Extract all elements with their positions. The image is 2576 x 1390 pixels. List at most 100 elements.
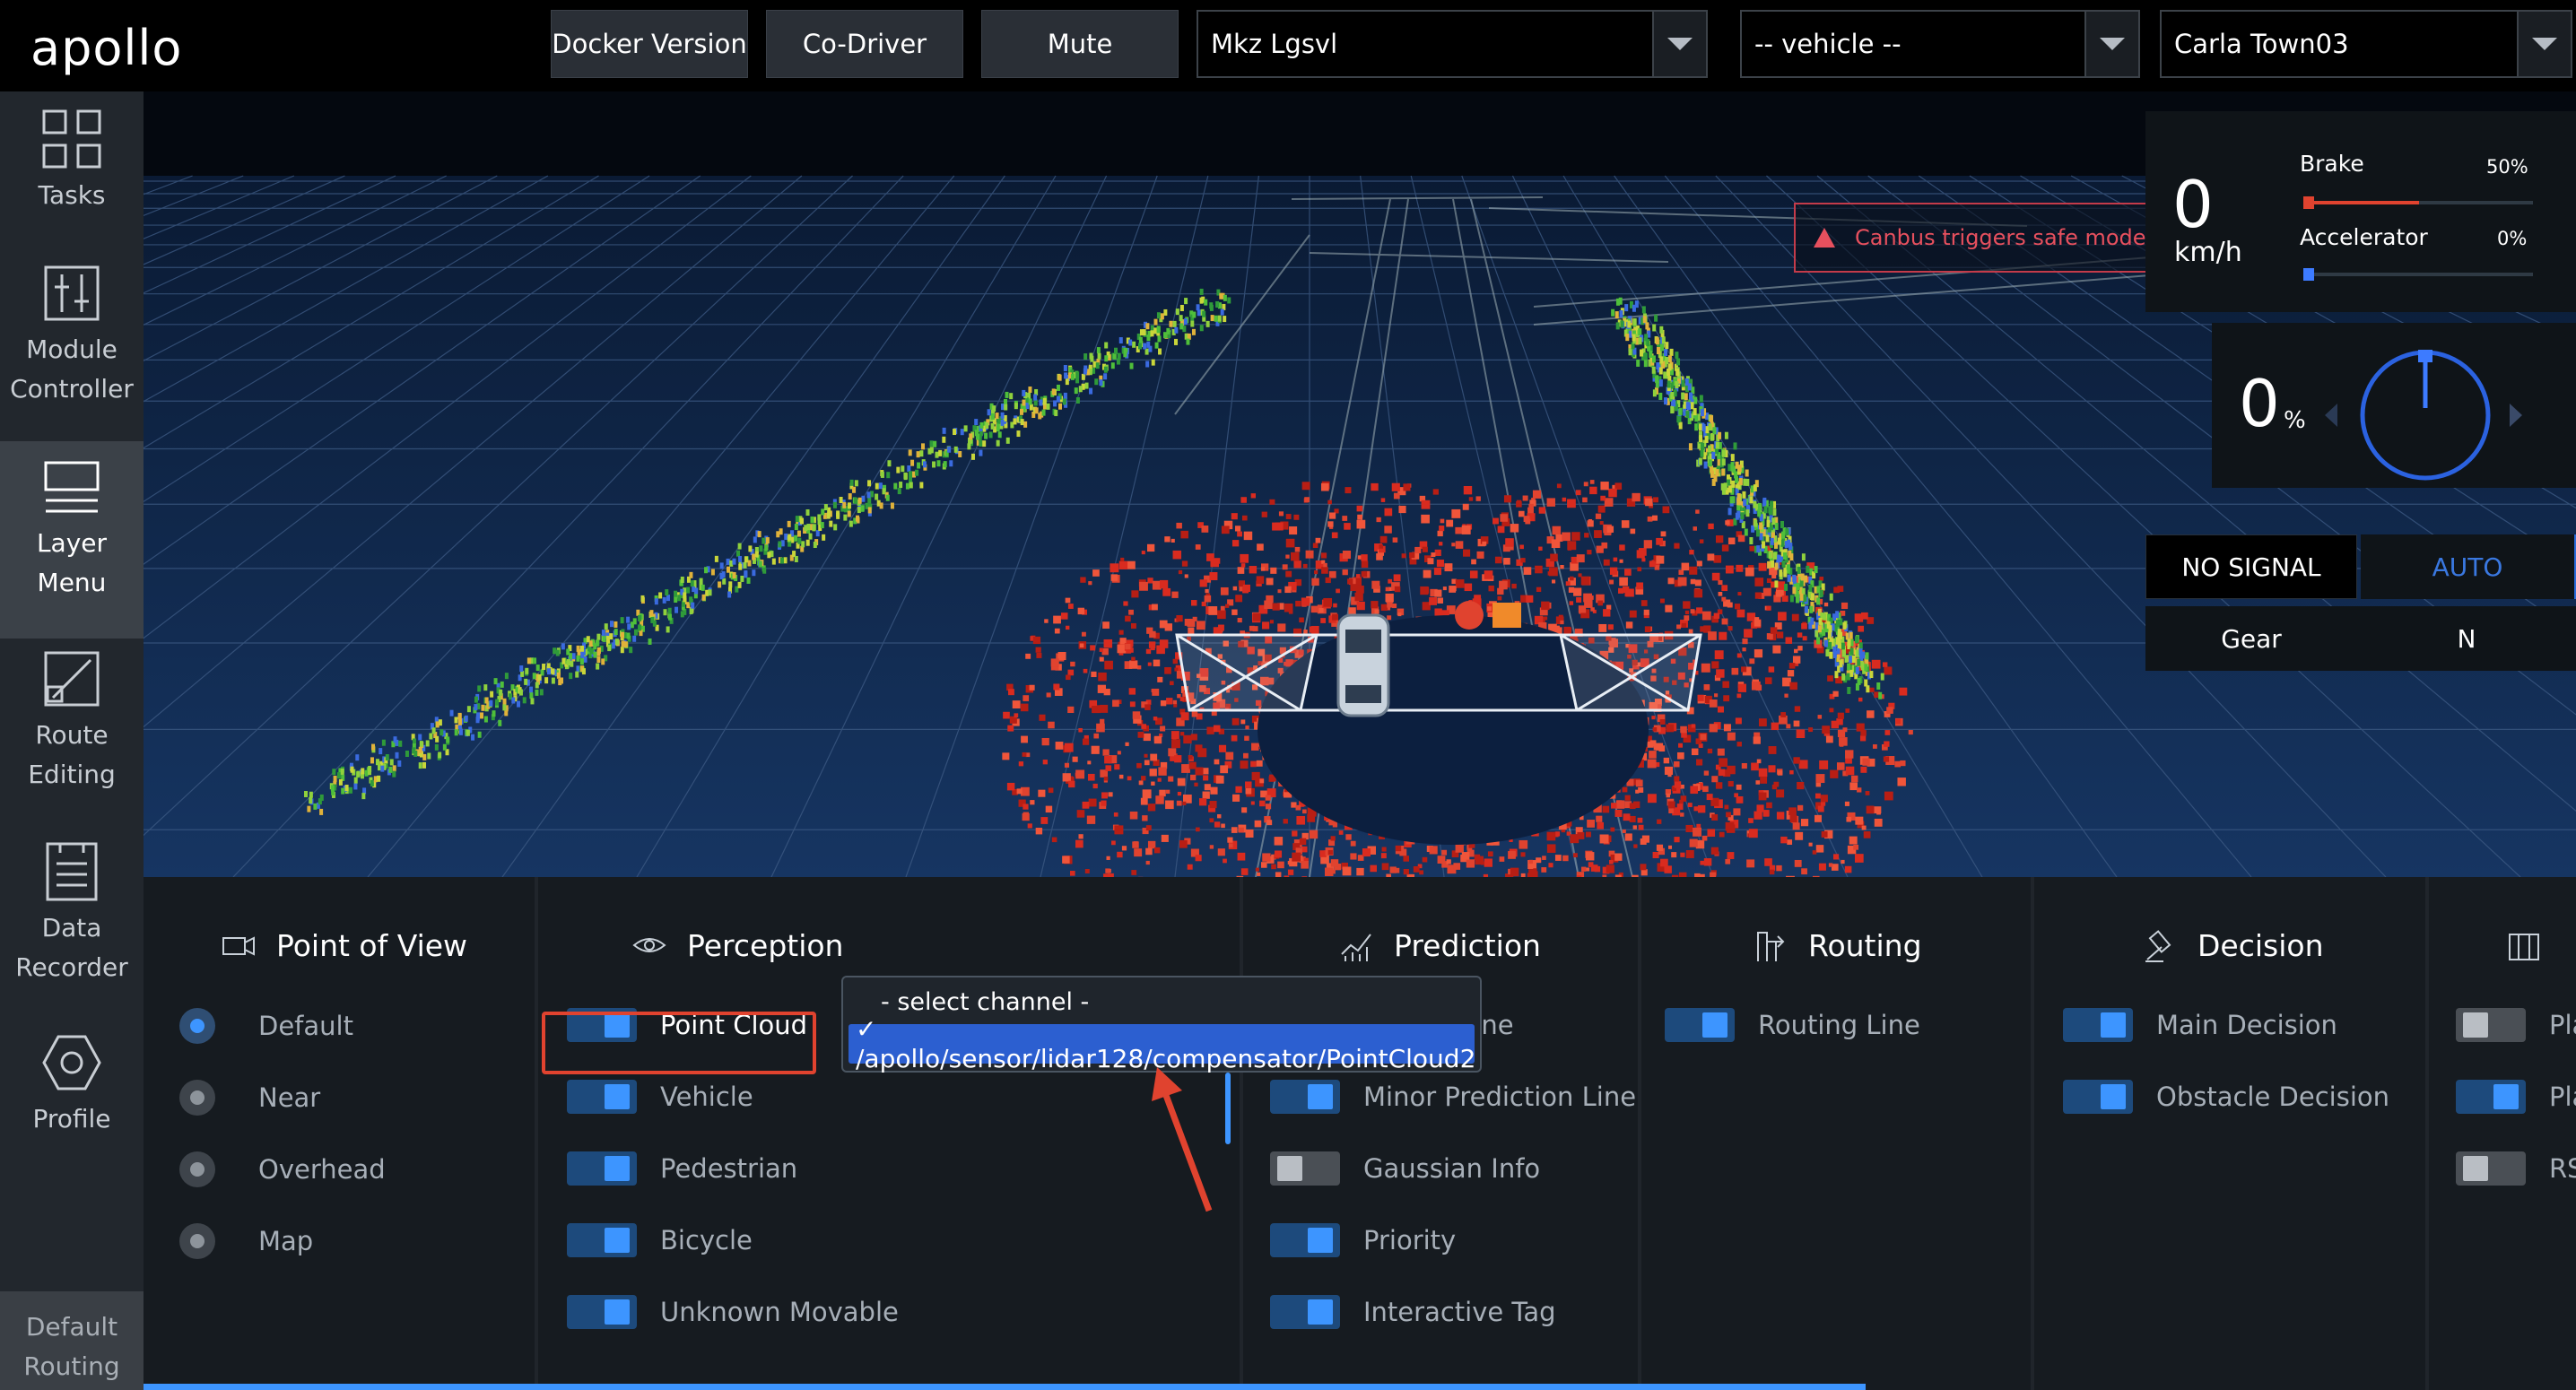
layer-toggle-minor-prediction-line[interactable]: Minor Prediction Line — [1270, 1080, 1636, 1114]
channel-selected-option[interactable]: ✓ /apollo/sensor/lidar128/compensator/Po… — [849, 1014, 1475, 1073]
layer-toggle-label: Obstacle Decision — [2156, 1082, 2390, 1112]
perception-header: Perception — [631, 927, 843, 963]
layer-toggle-bicycle[interactable]: Bicycle — [567, 1223, 753, 1257]
prediction-column: Prediction diction Line Minor Prediction… — [1243, 877, 1638, 1390]
sidebar-item-profile[interactable]: Profile — [0, 1031, 144, 1157]
layer-toggle-vehicle[interactable]: Vehicle — [567, 1080, 753, 1114]
decision-column: Decision Main Decision Obstacle Decision — [2034, 877, 2425, 1390]
layer-toggle-routing-line[interactable]: Routing Line — [1665, 1008, 1920, 1042]
chevron-down-icon[interactable] — [2084, 12, 2138, 76]
point-cloud-highlight-box — [542, 1012, 816, 1074]
sidebar-item-layer-menu[interactable]: Layer Menu — [0, 441, 144, 639]
layer-toggle-label: Bicycle — [660, 1225, 753, 1255]
layer-toggle-label: RS — [2549, 1153, 2576, 1184]
pointcloud-channel-dropdown[interactable]: - select channel - ✓ /apollo/sensor/lida… — [841, 976, 1482, 1073]
apollo-logo: apollo — [30, 20, 183, 76]
toggle-switch[interactable] — [1270, 1295, 1340, 1329]
docker-version-button[interactable]: Docker Version — [551, 10, 748, 78]
brake-bar-fill — [2305, 201, 2419, 204]
speed-unit: km/h — [2174, 237, 2242, 268]
sidebar-item-data-recorder[interactable]: Data Recorder — [0, 840, 144, 1020]
accelerator-bar-knob — [2303, 268, 2314, 281]
layer-toggle-unknown-movable[interactable]: Unknown Movable — [567, 1295, 899, 1329]
default-routing-label: Default Routing — [23, 1312, 120, 1381]
toggle-switch[interactable] — [2063, 1080, 2133, 1114]
layer-toggle-priority[interactable]: Priority — [1270, 1223, 1456, 1257]
vehicle-model-value: Mkz Lgsvl — [1211, 29, 1338, 59]
pov-option-label: Map — [258, 1226, 314, 1256]
layer-toggle-pedestrian[interactable]: Pedestrian — [567, 1151, 797, 1186]
radio-button[interactable] — [179, 1080, 215, 1116]
decision-header: Decision — [2142, 927, 2324, 963]
layer-toggle-obstacle-decision[interactable]: Obstacle Decision — [2063, 1080, 2389, 1114]
layer-toggle-planning-1[interactable]: Pla — [2456, 1008, 2576, 1042]
sidebar-item-label: Layer Menu — [36, 528, 108, 597]
toggle-switch[interactable] — [1270, 1223, 1340, 1257]
hexagon-icon — [42, 1035, 101, 1090]
chevron-down-icon[interactable] — [1652, 12, 1706, 76]
layer-toggle-planning-3[interactable]: RS — [2456, 1151, 2576, 1186]
steering-unit: % — [2284, 407, 2306, 434]
sidebar: Tasks Module Controller Layer Menu Route… — [0, 91, 144, 1390]
layer-toggle-gaussian-info[interactable]: Gaussian Info — [1270, 1151, 1540, 1186]
radio-button[interactable] — [179, 1008, 215, 1044]
pov-option-label: Overhead — [258, 1154, 386, 1185]
sidebar-item-module-controller[interactable]: Module Controller — [0, 262, 144, 441]
layer-toggle-planning-2[interactable]: Pla — [2456, 1080, 2576, 1114]
toggle-switch[interactable] — [1665, 1008, 1735, 1042]
speed-value: 0 — [2172, 167, 2214, 242]
toggle-switch[interactable] — [567, 1151, 637, 1186]
point-of-view-header: Point of View — [221, 927, 467, 963]
turn-signal-status: NO SIGNAL — [2145, 534, 2357, 599]
toggle-switch[interactable] — [567, 1223, 637, 1257]
point-of-view-title: Point of View — [276, 927, 468, 963]
recorder-icon — [46, 842, 98, 901]
gear-value: N — [2457, 623, 2476, 654]
steering-panel: 0 % — [2212, 323, 2576, 488]
perception-title: Perception — [687, 927, 844, 963]
vehicle-value: -- vehicle -- — [1754, 29, 1902, 59]
vehicle-model-select[interactable]: Mkz Lgsvl — [1197, 10, 1708, 78]
toggle-switch[interactable] — [2456, 1080, 2526, 1114]
map-select[interactable]: Carla Town03 — [2160, 10, 2572, 78]
pov-option-near[interactable]: Near — [179, 1080, 320, 1116]
brake-bar-knob — [2303, 196, 2314, 209]
default-routing-button[interactable]: Default Routing — [0, 1291, 144, 1390]
pov-option-label: Near — [258, 1082, 321, 1113]
pov-option-default[interactable]: Default — [179, 1008, 353, 1044]
gavel-icon — [2145, 930, 2171, 962]
chevron-down-icon[interactable] — [2517, 12, 2571, 76]
toggle-switch[interactable] — [2456, 1151, 2526, 1186]
accelerator-bar-track — [2305, 273, 2533, 276]
toggle-switch[interactable] — [2063, 1008, 2133, 1042]
sidebar-item-label: Tasks — [38, 180, 106, 210]
map-value: Carla Town03 — [2174, 29, 2349, 59]
pov-option-overhead[interactable]: Overhead — [179, 1151, 386, 1187]
vehicle-select[interactable]: -- vehicle -- — [1740, 10, 2140, 78]
layer-toggle-label: Unknown Movable — [660, 1297, 899, 1327]
sliders-icon — [44, 265, 100, 321]
layer-toggle-main-decision[interactable]: Main Decision — [2063, 1008, 2337, 1042]
accelerator-label: Accelerator — [2300, 224, 2428, 250]
radio-button[interactable] — [179, 1223, 215, 1259]
co-driver-button[interactable]: Co-Driver — [766, 10, 963, 78]
toggle-switch[interactable] — [1270, 1151, 1340, 1186]
mute-button[interactable]: Mute — [981, 10, 1179, 78]
radio-button[interactable] — [179, 1151, 215, 1187]
channel-placeholder-option[interactable]: - select channel - — [881, 988, 1089, 1016]
routing-icon — [1757, 932, 1785, 961]
toggle-switch[interactable] — [1270, 1080, 1340, 1114]
toggle-switch[interactable] — [567, 1080, 637, 1114]
annotation-arrow — [1152, 1067, 1213, 1212]
toggle-switch[interactable] — [567, 1295, 637, 1329]
prediction-header: Prediction — [1338, 927, 1541, 963]
sidebar-item-tasks[interactable]: Tasks — [0, 108, 144, 287]
brake-percent: 50% — [2486, 156, 2528, 178]
layer-toggle-interactive-tag[interactable]: Interactive Tag — [1270, 1295, 1556, 1329]
warning-icon — [1814, 228, 1835, 248]
layer-toggle-label: Priority — [1363, 1225, 1457, 1255]
pov-option-map[interactable]: Map — [179, 1223, 313, 1259]
toggle-switch[interactable] — [2456, 1008, 2526, 1042]
sidebar-item-route-editing[interactable]: Route Editing — [0, 647, 144, 827]
sidebar-item-label: Profile — [32, 1104, 111, 1134]
